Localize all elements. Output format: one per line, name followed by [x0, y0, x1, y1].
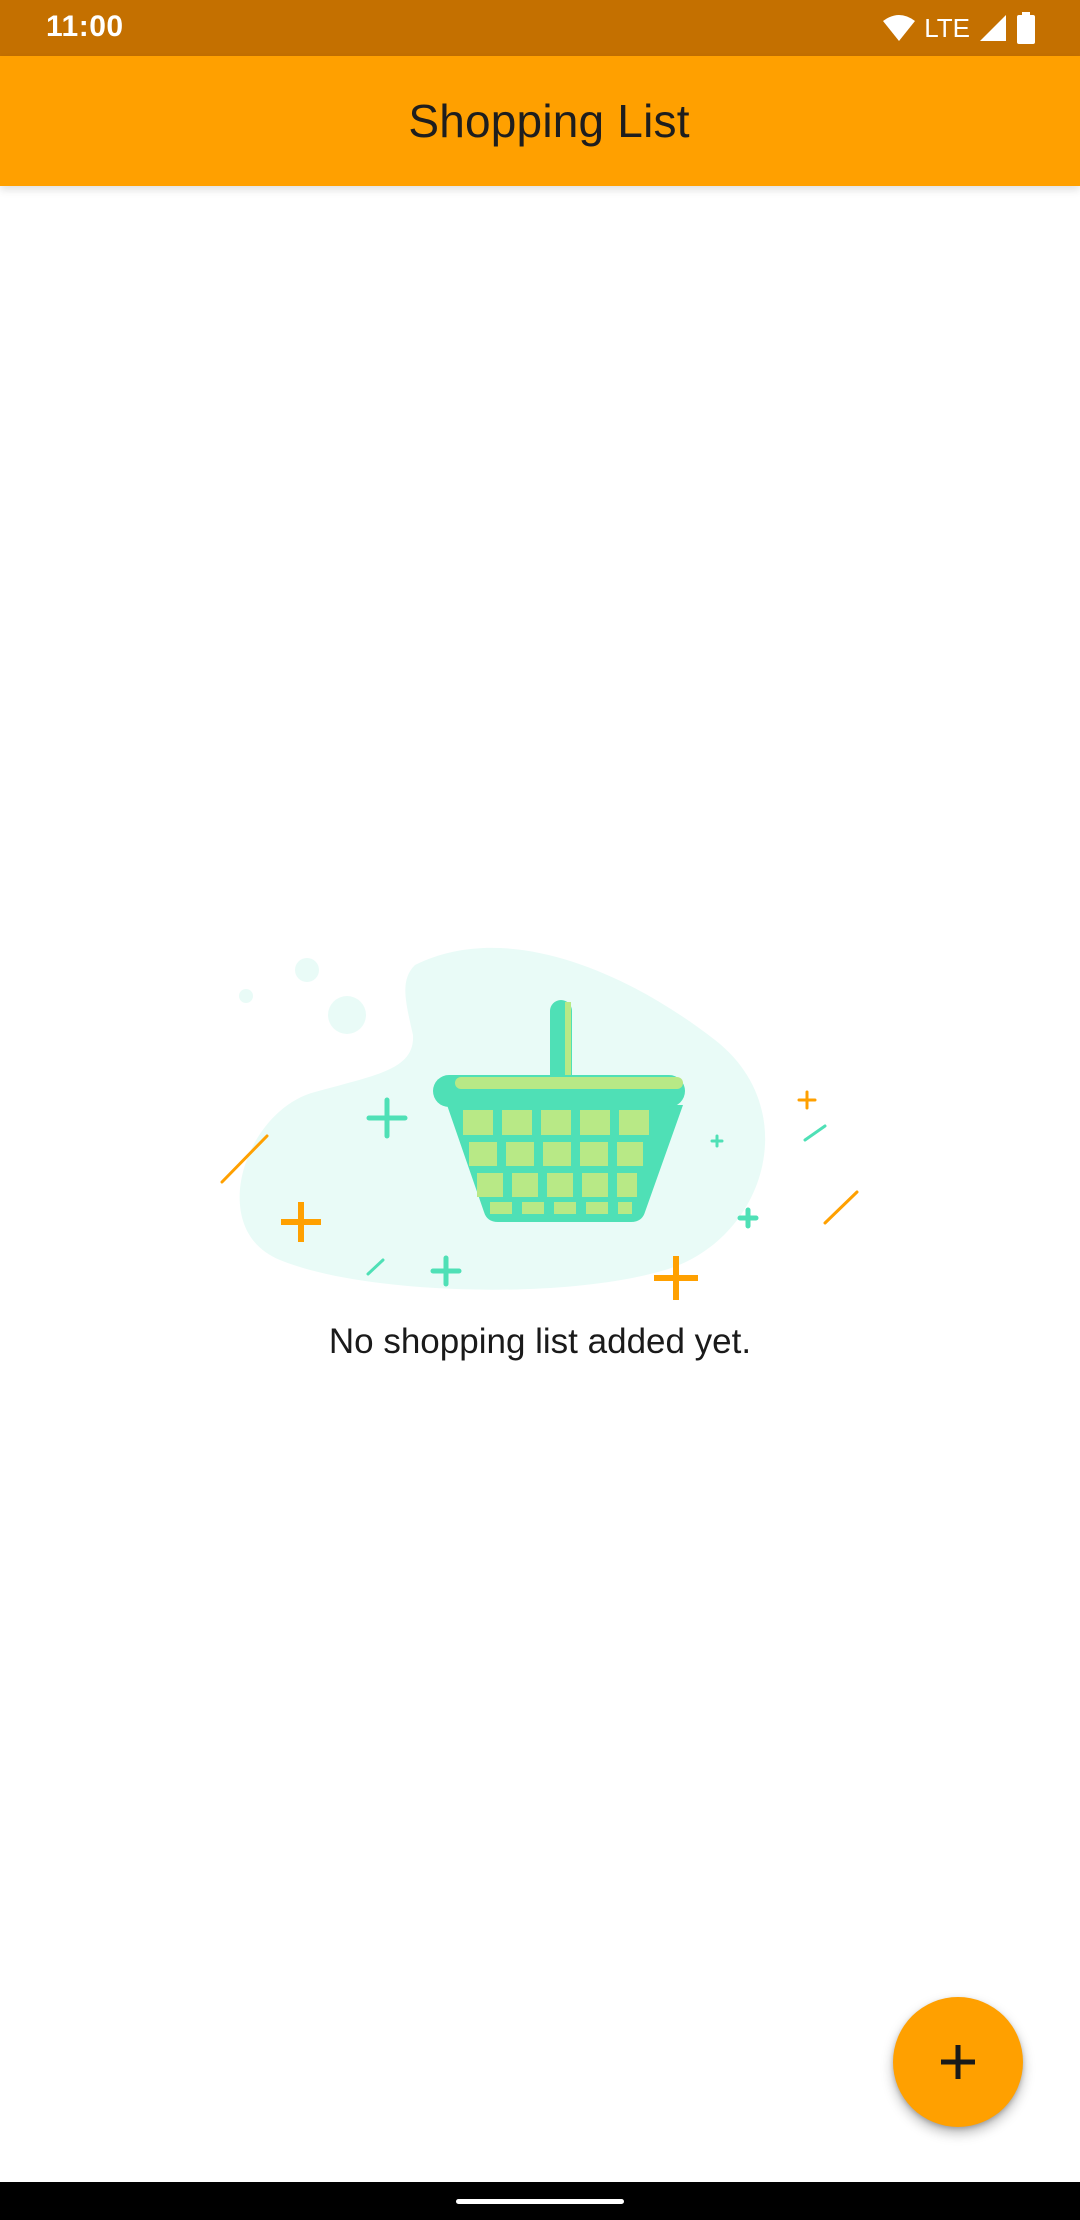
home-gesture-handle[interactable]: [456, 2199, 624, 2204]
app-bar: Shopping List: [0, 56, 1080, 186]
bubble: [239, 989, 253, 1003]
status-bar: 11:00 LTE: [0, 0, 1080, 56]
status-time: 11:00: [46, 10, 124, 43]
bubble: [295, 958, 319, 982]
empty-state-illustration: [220, 947, 859, 1300]
wifi-icon: [883, 15, 916, 41]
bubble: [328, 996, 366, 1034]
add-shopping-list-button[interactable]: [893, 1997, 1023, 2127]
signal-icon: [980, 15, 1006, 41]
status-icons: LTE: [882, 10, 1036, 46]
battery-icon: [1017, 12, 1035, 44]
network-type: LTE: [924, 12, 970, 43]
screen: 11:00 LTE Shopping List No shopping list…: [0, 0, 1080, 2220]
empty-state-message: No shopping list added yet.: [328, 1322, 752, 1361]
plus-icon: [941, 2045, 975, 2079]
page-title: Shopping List: [408, 95, 690, 147]
navigation-bar: [0, 2182, 1080, 2220]
